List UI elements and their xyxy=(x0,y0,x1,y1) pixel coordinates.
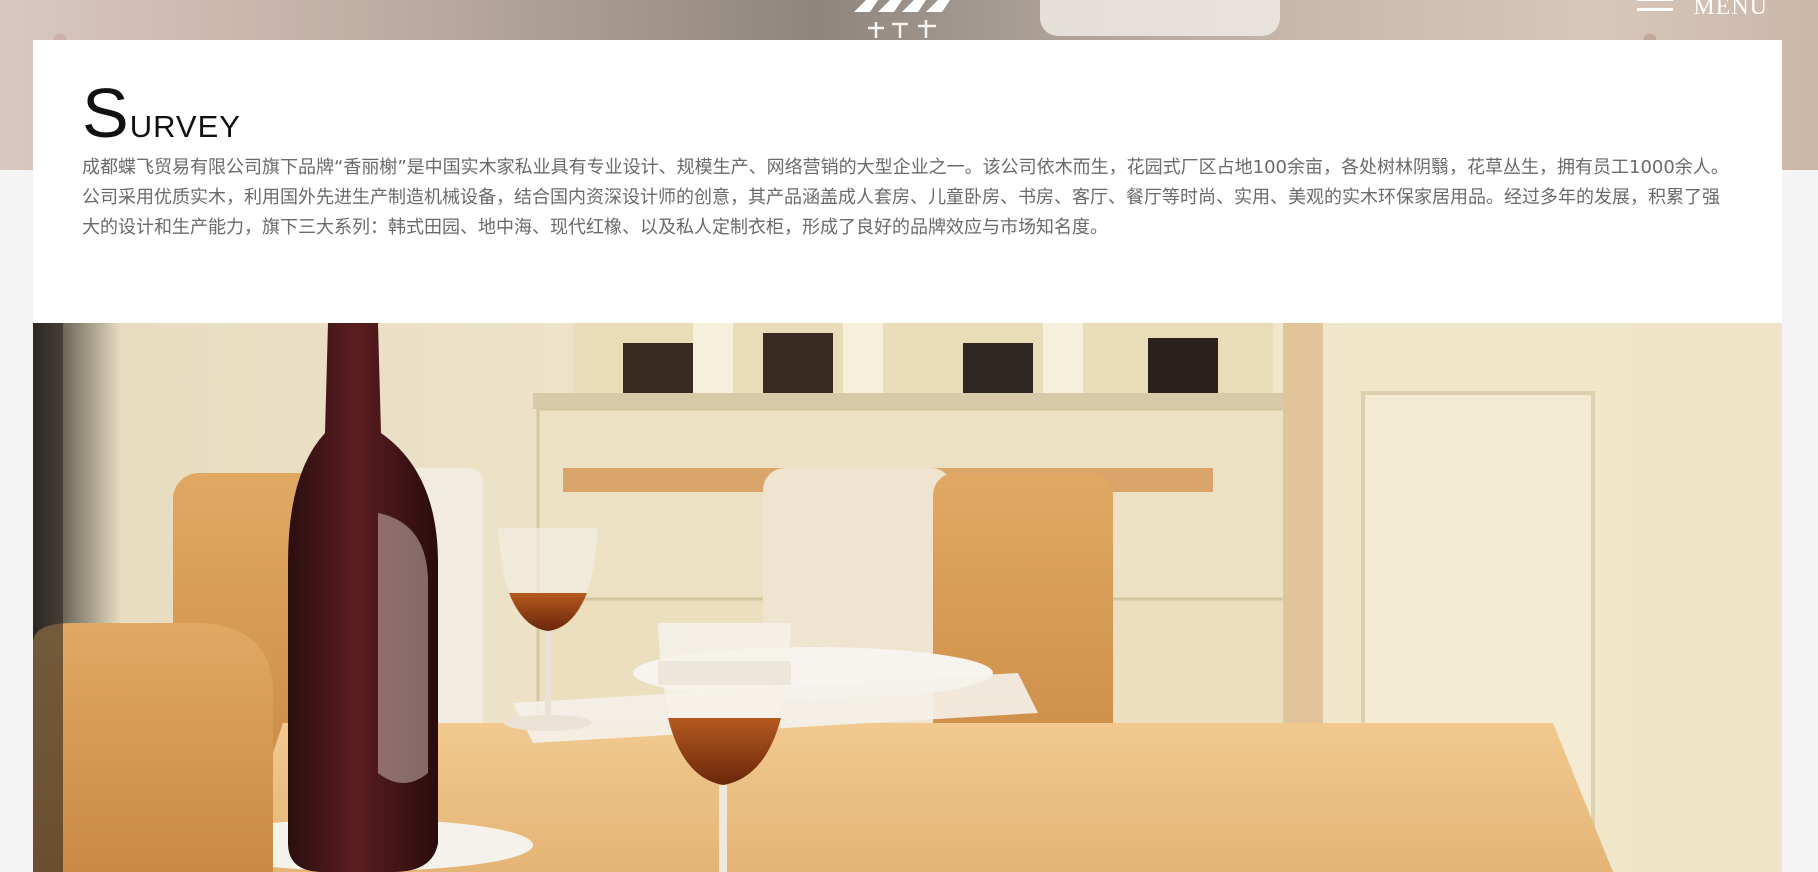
survey-title: Survey xyxy=(82,74,241,152)
menu-button[interactable]: MENU xyxy=(1637,0,1768,21)
survey-card: Survey 成都蝶飞贸易有限公司旗下品牌“香丽榭”是中国实木家私业具有专业设计… xyxy=(33,40,1782,323)
menu-label: MENU xyxy=(1693,0,1768,20)
survey-description: 成都蝶飞贸易有限公司旗下品牌“香丽榭”是中国实木家私业具有专业设计、规模生产、网… xyxy=(82,157,1729,238)
banner-decor xyxy=(1040,0,1280,36)
page: MENU Survey 成都蝶飞贸易有限公司旗下品牌“香丽榭”是中国实木家私业具… xyxy=(0,0,1818,872)
hamburger-menu-icon xyxy=(1637,0,1674,18)
dining-room-photo xyxy=(33,323,1782,872)
